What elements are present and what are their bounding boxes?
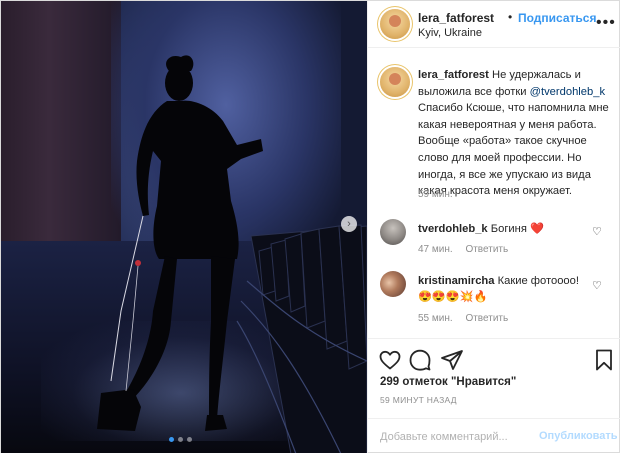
post-actions: 299 отметок "Нравится" 59 МИНУТ НАЗАД (368, 338, 620, 428)
follow-button[interactable]: Подписаться (518, 11, 596, 25)
save-bookmark-icon[interactable] (592, 348, 616, 372)
like-comment-heart-icon[interactable]: ♡ (592, 225, 602, 238)
comment-input[interactable] (380, 428, 530, 446)
author-avatar[interactable] (380, 9, 410, 39)
caption-author-avatar[interactable] (380, 67, 410, 97)
more-options-icon[interactable]: ••• (596, 15, 616, 31)
comment-meta: 47 мин. Ответить (418, 244, 518, 255)
author-username[interactable]: lera_fatforest (418, 11, 494, 25)
caption-text: lera_fatforest Не удержалась и выложила … (418, 67, 616, 200)
carousel-dot-3 (187, 437, 192, 442)
carousel-dots (169, 437, 192, 442)
follow-separator: • (508, 10, 513, 24)
commenter-username[interactable]: tverdohleb_k (418, 223, 488, 235)
post-photo[interactable]: › (1, 1, 367, 453)
reply-button[interactable]: Ответить (465, 313, 508, 324)
chevron-right-icon: › (347, 217, 351, 230)
comment-body: Богиня (490, 223, 527, 235)
commenter-avatar[interactable] (380, 271, 406, 297)
share-paper-plane-icon[interactable] (440, 348, 464, 372)
caption-author-username[interactable]: lera_fatforest (418, 69, 489, 81)
comment-text: tverdohleb_k Богиня ❤️ (418, 221, 588, 237)
post-header: lera_fatforest • Подписаться Kyiv, Ukrai… (368, 1, 620, 48)
post-location[interactable]: Kyiv, Ukraine (418, 27, 482, 39)
like-heart-icon[interactable] (378, 348, 402, 372)
photo-scene (97, 55, 367, 453)
comment-text: kristinamircha Какие фотоооо! 😍😍😍💥🔥 (418, 273, 588, 305)
instagram-post: › lera_fatforest • Подписаться Kyiv, Ukr… (0, 0, 620, 453)
comment-bubble-icon[interactable] (408, 348, 432, 372)
comment-emojis: 😍😍😍💥🔥 (418, 291, 488, 303)
heart-emoji: ❤️ (530, 223, 544, 235)
comment-body: Какие фотоооо! (497, 275, 579, 287)
comment-time[interactable]: 47 мин. (418, 244, 453, 255)
add-comment-bar: Опубликовать (368, 418, 620, 453)
commenter-username[interactable]: kristinamircha (418, 275, 494, 287)
comment-meta: 55 мин. Ответить (418, 313, 518, 324)
caption-text-after-mention: Спасибо Ксюше, что напомнила мне какая н… (418, 102, 609, 198)
post-timestamp[interactable]: 59 МИНУТ НАЗАД (380, 395, 457, 405)
caption-time[interactable]: 59 мин. (418, 189, 453, 200)
reply-button[interactable]: Ответить (465, 244, 508, 255)
like-comment-heart-icon[interactable]: ♡ (592, 279, 602, 292)
comment-time[interactable]: 55 мин. (418, 313, 453, 324)
carousel-next-button[interactable]: › (341, 216, 357, 232)
publish-button[interactable]: Опубликовать (539, 430, 618, 442)
post-details-panel: lera_fatforest • Подписаться Kyiv, Ukrai… (367, 1, 620, 453)
carousel-dot-1 (169, 437, 174, 442)
commenter-avatar[interactable] (380, 219, 406, 245)
likes-count[interactable]: 299 отметок "Нравится" (380, 376, 516, 388)
carousel-dot-2 (178, 437, 183, 442)
caption-mention-link[interactable]: @tverdohleb_k (530, 86, 605, 98)
